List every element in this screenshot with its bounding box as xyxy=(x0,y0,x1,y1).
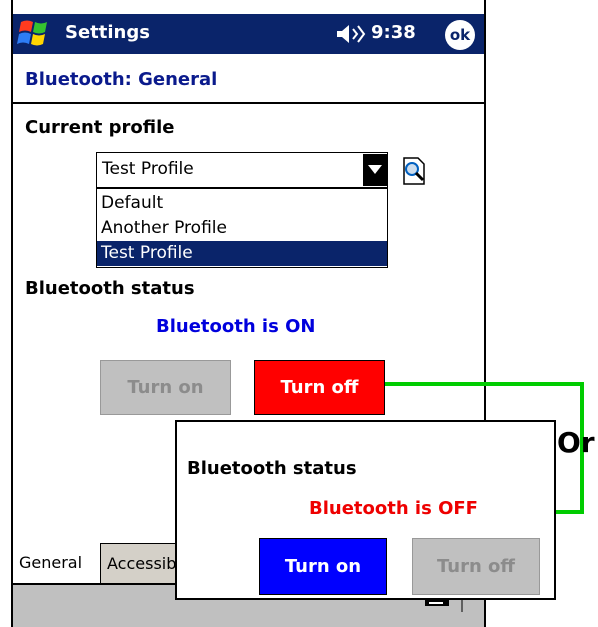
or-label: Or xyxy=(557,426,595,459)
turn-on-button[interactable]: Turn on xyxy=(259,538,387,595)
bluetooth-status-label: Bluetooth status xyxy=(187,458,357,479)
bluetooth-status-off-text: Bluetooth is OFF xyxy=(309,498,478,519)
turn-off-button-disabled: Turn off xyxy=(412,538,540,595)
status-off-panel: Bluetooth status Bluetooth is OFF Turn o… xyxy=(175,420,556,600)
